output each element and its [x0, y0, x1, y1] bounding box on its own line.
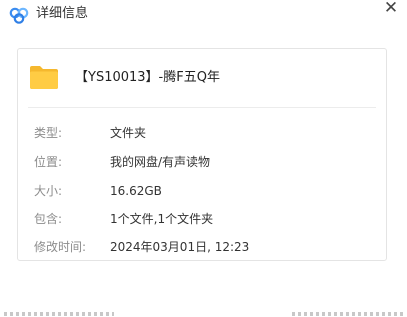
type-label: 类型: — [34, 126, 63, 140]
background-text-fragment — [4, 312, 114, 316]
baidu-netdisk-logo-icon — [9, 7, 29, 24]
info-panel: 【YS10013】-腾F五Q年 类型: 文件夹 位置: 我的网盘/有声读物 大小… — [17, 48, 387, 261]
contains-label: 包含: — [34, 212, 63, 226]
title-bar: 详细信息 ✕ — [0, 0, 407, 30]
close-button[interactable]: ✕ — [379, 0, 403, 20]
contains-value: 1个文件,1个文件夹 — [110, 212, 214, 226]
modified-value: 2024年03月01日, 12:23 — [110, 240, 250, 254]
location-value: 我的网盘/有声读物 — [110, 155, 211, 169]
modified-label: 修改时间: — [34, 240, 87, 254]
details-dialog: 详细信息 ✕ 【YS10013】-腾F五Q年 类型: 文件夹 位置: 我的网盘/… — [0, 0, 407, 317]
location-label: 位置: — [34, 155, 63, 169]
type-value: 文件夹 — [110, 126, 147, 140]
size-value: 16.62GB — [110, 184, 162, 198]
close-icon: ✕ — [383, 0, 399, 18]
file-name: 【YS10013】-腾F五Q年 — [75, 70, 220, 85]
folder-icon — [29, 64, 59, 90]
divider — [28, 107, 376, 108]
dialog-title: 详细信息 — [36, 6, 89, 21]
background-window-fragment — [0, 302, 407, 317]
background-text-fragment — [292, 312, 404, 316]
size-label: 大小: — [34, 184, 63, 198]
